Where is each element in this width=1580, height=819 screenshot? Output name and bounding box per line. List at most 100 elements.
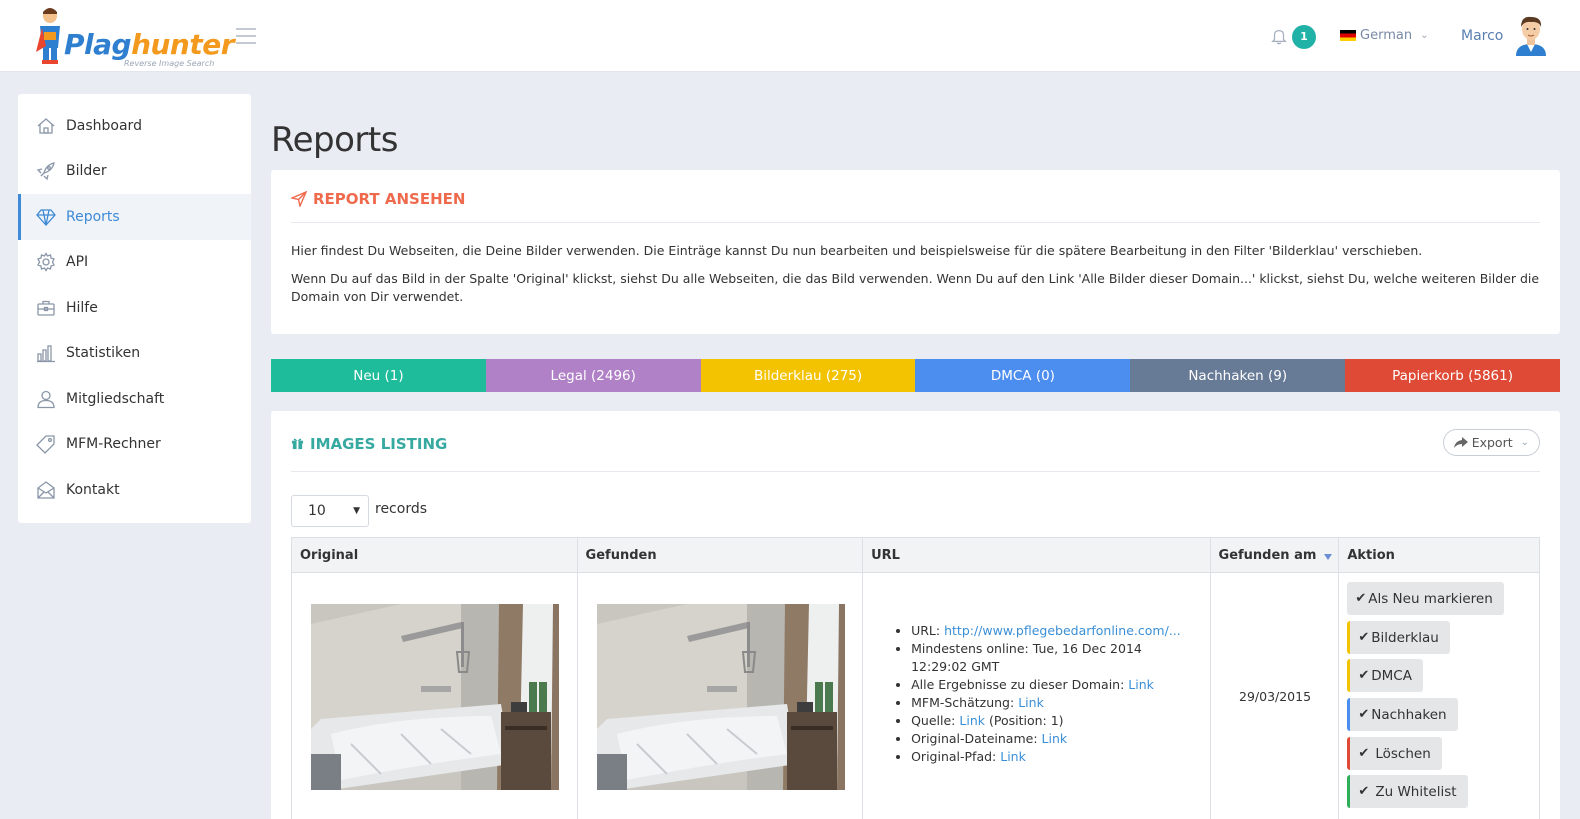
list-item: Alle Ergebnisse zu dieser Domain: Link (911, 676, 1201, 694)
sidebar-item-label: Statistiken (66, 345, 141, 362)
images-listing-card: IMAGES LISTING Export ⌄ 10 ▼ records Ori… (271, 411, 1560, 819)
list-item: Original-Pfad: Link (911, 748, 1201, 766)
share-icon (1453, 436, 1468, 448)
records-select-value: 10 (308, 503, 326, 519)
original-image-thumbnail[interactable] (311, 604, 559, 790)
sidebar-item-label: API (66, 254, 89, 271)
page-title: Reports (271, 120, 398, 160)
sidebar-item-kontakt[interactable]: Kontakt (18, 467, 251, 513)
mark-as-new-button[interactable]: ✔ Als Neu markieren (1347, 582, 1504, 615)
list-item: Mindestens online: Tue, 16 Dec 2014 12:2… (911, 640, 1201, 676)
avatar[interactable] (1512, 14, 1550, 56)
top-bar: Plaghunter Reverse Image Search 1 German… (0, 0, 1580, 72)
plaghunter-logo[interactable]: Plaghunter Reverse Image Search (36, 6, 235, 68)
original-path-link[interactable]: Link (1000, 749, 1026, 764)
records-label: records (375, 501, 428, 517)
sort-desc-icon[interactable] (1324, 554, 1333, 560)
found-url-link[interactable]: http://www.pflegebedarfonline.com/... (944, 623, 1181, 638)
sidebar-item-bilder[interactable]: Bilder (18, 149, 251, 195)
tab-legal[interactable]: Legal (2496) (485, 359, 701, 392)
check-icon: ✔ (1358, 746, 1374, 761)
delete-button[interactable]: ✔ Löschen (1347, 737, 1442, 770)
sidebar-item-label: Reports (66, 208, 120, 225)
bar-chart-icon (37, 345, 55, 363)
column-header-gefunden-am[interactable]: Gefunden am (1211, 538, 1340, 572)
sidebar-item-mfm-rechner[interactable]: MFM-Rechner (18, 422, 251, 468)
dmca-button[interactable]: ✔ DMCA (1347, 659, 1423, 692)
bilderklau-button[interactable]: ✔ Bilderklau (1347, 621, 1450, 654)
tab-dmca[interactable]: DMCA (0) (915, 359, 1131, 392)
logo-subtitle: Reverse Image Search (124, 59, 215, 68)
report-info-card: REPORT ANSEHEN Hier findest Du Webseiten… (271, 170, 1560, 334)
user-icon (37, 390, 55, 408)
menu-toggle-icon[interactable] (236, 28, 256, 44)
column-header-url[interactable]: URL (863, 538, 1211, 572)
sidebar-item-label: Kontakt (66, 481, 120, 498)
gift-icon (291, 438, 304, 450)
mfm-estimate-link[interactable]: Link (1018, 695, 1044, 710)
report-description-1: Hier findest Du Webseiten, die Deine Bil… (291, 243, 1423, 258)
list-item: Quelle: Link (Position: 1) (911, 712, 1201, 730)
column-header-gefunden-am-label: Gefunden am (1218, 547, 1317, 563)
home-icon (37, 117, 55, 134)
column-header-original[interactable]: Original (292, 538, 578, 572)
check-icon: ✔ (1358, 784, 1374, 799)
sidebar-item-hilfe[interactable]: Hilfe (18, 285, 251, 331)
sidebar-item-api[interactable]: API (18, 240, 251, 286)
bell-icon[interactable] (1270, 27, 1288, 45)
records-per-page: 10 ▼ records (291, 491, 1540, 527)
domain-results-link[interactable]: Link (1128, 677, 1154, 692)
briefcase-icon (37, 300, 55, 316)
sidebar-item-label: Dashboard (66, 117, 142, 134)
table-header: Original Gefunden URL Gefunden am Aktion (292, 538, 1539, 573)
sidebar-item-statistiken[interactable]: Statistiken (18, 331, 251, 377)
records-select[interactable]: 10 ▼ (291, 495, 369, 527)
language-dropdown[interactable]: German ⌄ (1340, 28, 1428, 43)
column-header-gefunden[interactable]: Gefunden (578, 538, 864, 572)
found-image-thumbnail[interactable] (596, 604, 845, 790)
sidebar-item-label: Bilder (66, 163, 107, 180)
original-filename-link[interactable]: Link (1042, 731, 1068, 746)
url-details-list: URL: http://www.pflegebedarfonline.com/.… (911, 622, 1201, 766)
chevron-down-icon: ⌄ (1520, 437, 1529, 448)
tab-bilderklau[interactable]: Bilderklau (275) (700, 359, 916, 392)
export-button[interactable]: Export ⌄ (1442, 429, 1540, 456)
source-link[interactable]: Link (959, 713, 985, 728)
images-table: Original Gefunden URL Gefunden am Aktion (291, 537, 1540, 819)
report-heading-text: REPORT ANSEHEN (313, 190, 466, 208)
sidebar-item-mitgliedschaft[interactable]: Mitgliedschaft (18, 376, 251, 422)
sidebar-item-label: MFM-Rechner (66, 436, 161, 453)
check-icon: ✔ (1358, 630, 1370, 645)
logo-text-plag: Plag (64, 28, 132, 61)
check-icon: ✔ (1355, 591, 1367, 606)
notification-badge[interactable]: 1 (1292, 25, 1316, 49)
superhero-logo-icon (36, 8, 60, 64)
tab-neu[interactable]: Neu (1) (271, 359, 486, 392)
logo-text-hunter: hunter (131, 28, 235, 61)
report-description-2: Wenn Du auf das Bild in der Spalte 'Orig… (291, 271, 1540, 304)
list-item: Original-Dateiname: Link (911, 730, 1201, 748)
table-row: URL: http://www.pflegebedarfonline.com/.… (292, 573, 1539, 819)
whitelist-button[interactable]: ✔ Zu Whitelist (1347, 775, 1468, 808)
sidebar-item-reports[interactable]: Reports (18, 194, 251, 240)
tab-papierkorb[interactable]: Papierkorb (5861) (1345, 359, 1560, 392)
list-item: MFM-Schätzung: Link (911, 694, 1201, 712)
status-filter-tabs: Neu (1) Legal (2496) Bilderklau (275) DM… (271, 359, 1560, 392)
list-item: URL: http://www.pflegebedarfonline.com/.… (911, 622, 1201, 640)
sidebar: Dashboard Bilder Reports API Hilfe Stati… (18, 94, 251, 523)
caret-down-icon: ▼ (353, 506, 360, 516)
found-date: 29/03/2015 (1239, 689, 1312, 704)
chevron-down-icon: ⌄ (1420, 30, 1429, 41)
export-label: Export (1471, 435, 1513, 450)
tab-nachhaken[interactable]: Nachhaken (9) (1130, 359, 1346, 392)
nachhaken-button[interactable]: ✔ Nachhaken (1347, 698, 1458, 731)
user-name[interactable]: Marco (1461, 28, 1503, 44)
language-label: German (1360, 28, 1413, 43)
rocket-icon (36, 162, 55, 181)
check-icon: ✔ (1358, 707, 1370, 722)
gear-icon (37, 252, 55, 273)
sidebar-item-dashboard[interactable]: Dashboard (18, 103, 251, 149)
german-flag-icon (1340, 30, 1356, 41)
listing-heading: IMAGES LISTING Export ⌄ (291, 429, 1540, 472)
envelope-icon (37, 480, 55, 499)
